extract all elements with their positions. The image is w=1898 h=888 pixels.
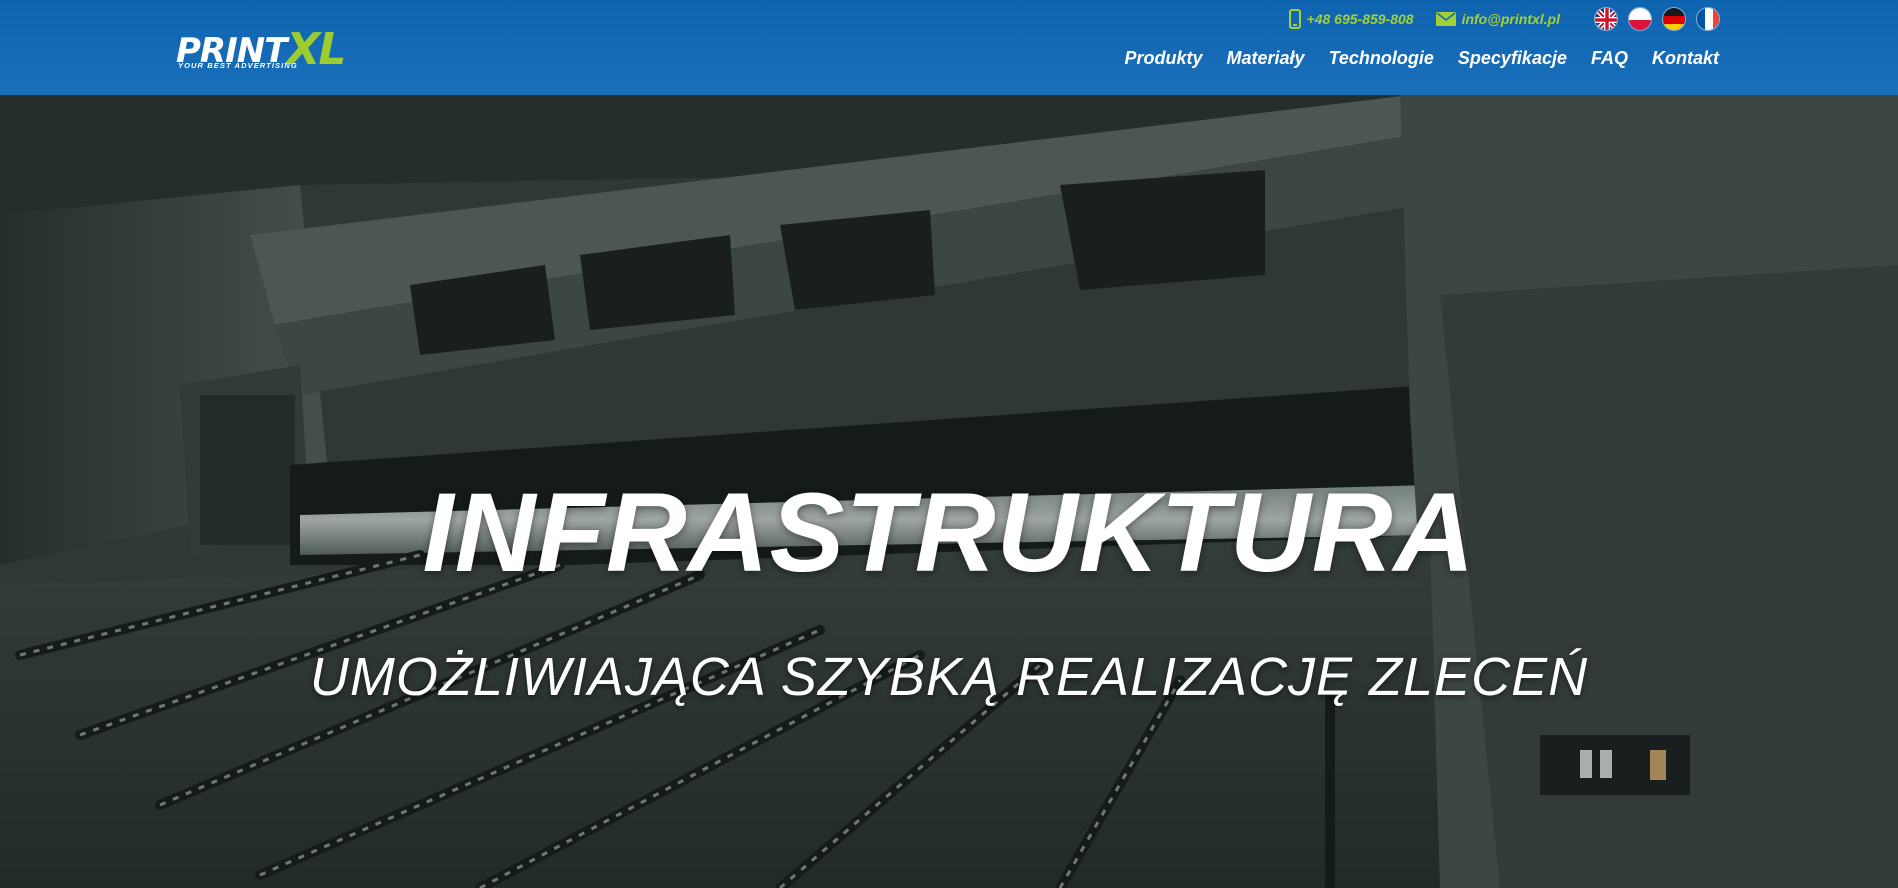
- email-address: info@printxl.pl: [1461, 11, 1560, 27]
- main-navigation: Produkty Materiały Technologie Specyfika…: [1101, 48, 1720, 69]
- france-flag-icon[interactable]: [1696, 7, 1720, 31]
- logo-tagline: YOUR BEST ADVERTISING: [178, 61, 298, 70]
- phone-link[interactable]: +48 695-859-808: [1288, 9, 1414, 29]
- poland-flag-icon[interactable]: [1628, 7, 1652, 31]
- site-header: PRINTXL YOUR BEST ADVERTISING +48 695-85…: [0, 0, 1898, 95]
- top-contact-bar: +48 695-859-808 info@printxl.pl: [1288, 6, 1720, 32]
- hero-banner: INFRASTRUKTURA UMOŻLIWIAJĄCA SZYBKĄ REAL…: [0, 95, 1898, 888]
- hero-title: INFRASTRUKTURA: [422, 470, 1476, 595]
- language-switcher: [1584, 7, 1720, 31]
- nav-item-specyfikacje[interactable]: Specyfikacje: [1458, 48, 1567, 69]
- printxl-logo[interactable]: PRINTXL YOUR BEST ADVERTISING: [176, 28, 378, 72]
- nav-item-materialy[interactable]: Materiały: [1227, 48, 1305, 69]
- nav-item-technologie[interactable]: Technologie: [1329, 48, 1434, 69]
- envelope-icon: [1435, 12, 1456, 26]
- nav-item-faq[interactable]: FAQ: [1591, 48, 1628, 69]
- germany-flag-icon[interactable]: [1662, 7, 1686, 31]
- phone-icon: [1288, 9, 1301, 29]
- logo-wordmark: PRINTXL: [176, 28, 346, 78]
- hero-subtitle: UMOŻLIWIAJĄCA SZYBKĄ REALIZACJĘ ZLECEŃ: [309, 647, 1589, 707]
- nav-item-produkty[interactable]: Produkty: [1125, 48, 1203, 69]
- phone-number: +48 695-859-808: [1306, 11, 1414, 27]
- uk-flag-icon[interactable]: [1594, 7, 1618, 31]
- email-link[interactable]: info@printxl.pl: [1435, 11, 1560, 27]
- nav-item-kontakt[interactable]: Kontakt: [1652, 48, 1719, 69]
